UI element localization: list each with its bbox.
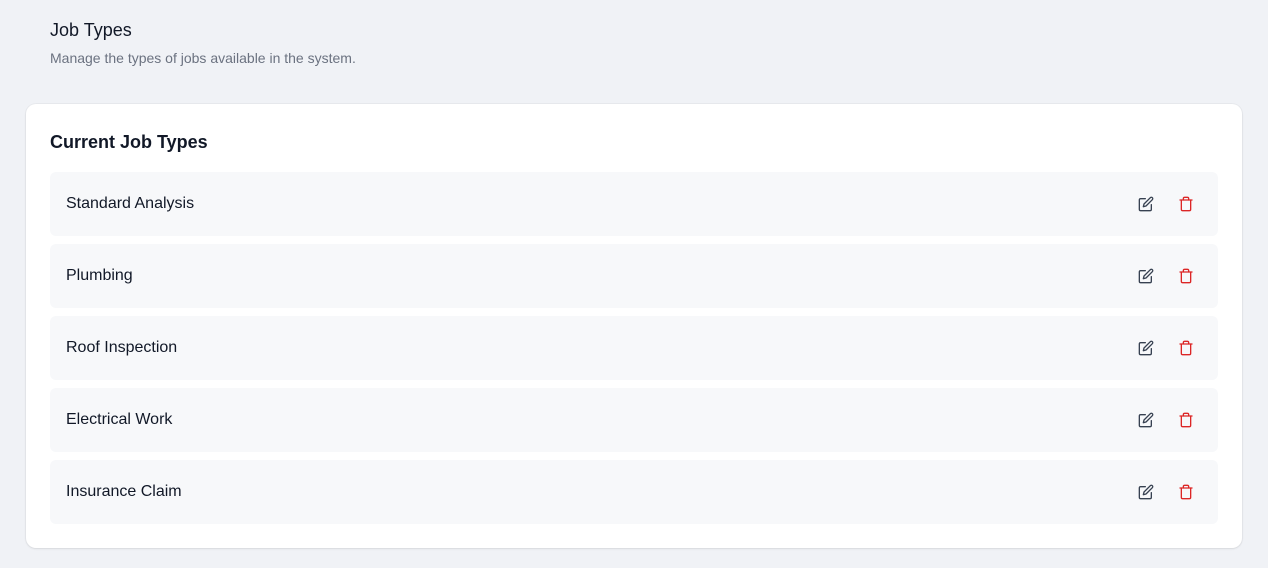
delete-button[interactable] xyxy=(1174,336,1198,360)
edit-icon xyxy=(1138,268,1154,284)
job-type-name: Electrical Work xyxy=(66,411,173,428)
trash-icon xyxy=(1179,484,1193,500)
edit-icon xyxy=(1138,196,1154,212)
trash-icon xyxy=(1179,268,1193,284)
edit-icon xyxy=(1138,340,1154,356)
job-type-row: Roof Inspection xyxy=(50,316,1218,380)
page-subtitle: Manage the types of jobs available in th… xyxy=(50,50,356,66)
job-types-card: Current Job Types Standard Analysis Plum… xyxy=(26,104,1242,548)
page-header: Job Types Manage the types of jobs avail… xyxy=(50,19,356,67)
trash-icon xyxy=(1179,340,1193,356)
edit-button[interactable] xyxy=(1134,192,1158,216)
job-type-row: Standard Analysis xyxy=(50,172,1218,236)
job-type-name: Standard Analysis xyxy=(66,195,195,212)
edit-icon xyxy=(1138,484,1154,500)
edit-button[interactable] xyxy=(1134,408,1158,432)
card-title: Current Job Types xyxy=(50,132,208,152)
delete-button[interactable] xyxy=(1174,264,1198,288)
delete-button[interactable] xyxy=(1174,192,1198,216)
edit-icon xyxy=(1138,412,1154,428)
job-type-name: Roof Inspection xyxy=(66,339,178,356)
job-type-row: Insurance Claim xyxy=(50,460,1218,524)
job-type-row: Electrical Work xyxy=(50,388,1218,452)
edit-button[interactable] xyxy=(1134,336,1158,360)
edit-button[interactable] xyxy=(1134,480,1158,504)
delete-button[interactable] xyxy=(1174,408,1198,432)
page-title: Job Types xyxy=(50,20,132,40)
trash-icon xyxy=(1179,196,1193,212)
job-type-row: Plumbing xyxy=(50,244,1218,308)
edit-button[interactable] xyxy=(1134,264,1158,288)
job-type-name: Insurance Claim xyxy=(66,483,182,500)
job-types-list: Standard Analysis Plumbing Roof Inspecti… xyxy=(50,172,1218,532)
trash-icon xyxy=(1179,412,1193,428)
delete-button[interactable] xyxy=(1174,480,1198,504)
job-type-name: Plumbing xyxy=(66,267,133,284)
